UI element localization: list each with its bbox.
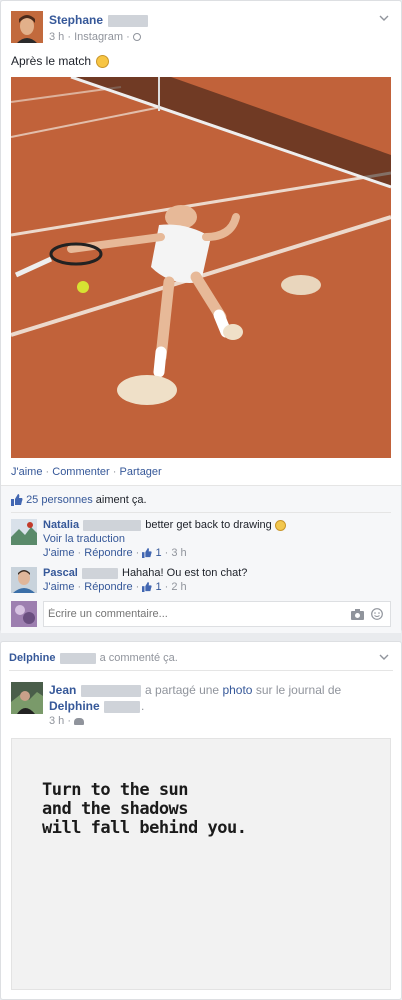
comment-input-box[interactable]: [43, 601, 391, 627]
redacted-name: [81, 567, 118, 579]
share-text: sur le journal de: [255, 683, 342, 697]
commenter-name[interactable]: Natalia: [43, 519, 79, 531]
avatar-image: [11, 567, 37, 593]
sharer-name[interactable]: Jean: [49, 683, 76, 697]
like-button[interactable]: J'aime: [11, 466, 42, 478]
comment-like-count[interactable]: 1: [155, 581, 161, 593]
post-photo[interactable]: [11, 77, 391, 458]
redacted-name: [59, 652, 96, 664]
author-avatar[interactable]: [11, 11, 43, 43]
redacted-name: [80, 684, 141, 697]
post-photo[interactable]: Turn to the sun and the shadows will fal…: [11, 738, 391, 990]
comment: Natalia better get back to drawing: [43, 519, 286, 531]
divider: [11, 512, 391, 513]
globe-icon: [132, 33, 141, 42]
feed-post: Stephane 3 h · Instagram · Après le matc…: [0, 0, 402, 633]
comment-reply-button[interactable]: Répondre: [84, 581, 132, 593]
post-text: Après le match: [11, 54, 92, 68]
target-name[interactable]: Delphine: [49, 699, 100, 713]
comment-like-count[interactable]: 1: [155, 547, 161, 559]
tennis-photo-image: [11, 77, 391, 458]
emoji-icon[interactable]: [371, 608, 383, 620]
thumbs-up-icon: [142, 548, 152, 559]
commenter-name[interactable]: Pascal: [43, 567, 78, 579]
author-name[interactable]: Stephane: [49, 13, 103, 27]
redacted-name: [83, 519, 142, 531]
quote-text: Turn to the sun and the shadows will fal…: [42, 780, 247, 838]
comment-like-button[interactable]: J'aime: [43, 547, 74, 559]
likes-suffix: aiment ça.: [95, 494, 147, 506]
comment-avatar[interactable]: [11, 519, 37, 545]
avatar-image: [11, 601, 37, 627]
thumbs-up-icon: [11, 494, 23, 507]
share-text: a partagé une: [145, 683, 220, 697]
redacted-name: [108, 14, 149, 27]
commenter-name[interactable]: Delphine: [9, 652, 55, 664]
chevron-down-icon[interactable]: [379, 652, 389, 662]
comment-text: Hahaha! Ou est ton chat?: [122, 567, 248, 579]
avatar-image: [11, 519, 37, 545]
thumbs-up-icon: [142, 582, 152, 593]
comment-avatar[interactable]: [11, 567, 37, 593]
divider: [9, 670, 393, 671]
comment-button[interactable]: Commenter: [52, 466, 109, 478]
likes-count-link[interactable]: 25 personnes: [26, 494, 93, 506]
camera-icon[interactable]: [351, 609, 364, 620]
comment: Pascal Hahaha! Ou est ton chat?: [43, 567, 247, 579]
avatar-image: [11, 682, 43, 714]
quote-line: Turn to the sun: [42, 780, 189, 800]
post-time[interactable]: 3 h: [49, 715, 64, 727]
share-button[interactable]: Partager: [120, 466, 162, 478]
post-source[interactable]: Instagram: [74, 31, 123, 43]
avatar-image: [11, 11, 43, 43]
photo-link[interactable]: photo: [222, 683, 252, 697]
comment-time[interactable]: 2 h: [171, 581, 186, 593]
comment-text: better get back to drawing: [145, 519, 272, 531]
see-translation-link[interactable]: Voir la traduction: [43, 533, 125, 545]
author-avatar[interactable]: [11, 682, 43, 714]
comment-input[interactable]: [48, 605, 328, 623]
post-time[interactable]: 3 h: [49, 31, 64, 43]
quote-line: and the shadows: [42, 799, 189, 819]
activity-text: a commenté ça.: [99, 652, 178, 664]
feed-post: Delphine a commenté ça. Jean a partagé u…: [0, 641, 402, 1000]
comment-like-button[interactable]: J'aime: [43, 581, 74, 593]
redacted-name: [104, 700, 141, 713]
comment-reply-button[interactable]: Répondre: [84, 547, 132, 559]
grimace-emoji-icon: [274, 519, 286, 531]
quote-line: will fall behind you.: [42, 818, 247, 838]
chevron-down-icon[interactable]: [379, 13, 389, 23]
current-user-avatar: [11, 601, 37, 627]
smile-emoji-icon: [96, 55, 110, 69]
comment-time[interactable]: 3 h: [171, 547, 186, 559]
friends-icon: [74, 717, 85, 725]
